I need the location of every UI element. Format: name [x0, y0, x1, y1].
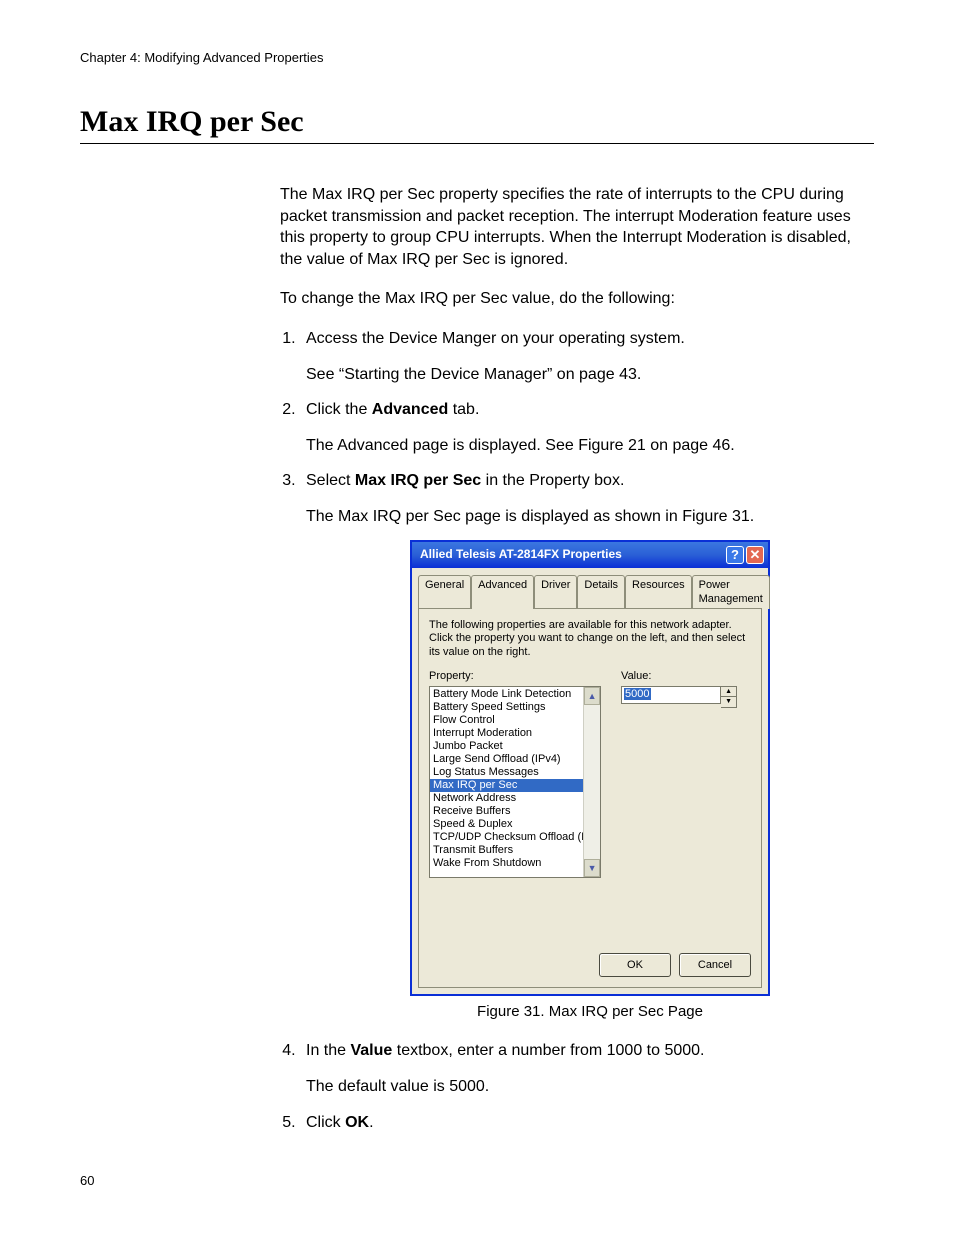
- scroll-down-icon[interactable]: ▼: [584, 859, 600, 877]
- step-2-pre: Click the: [306, 401, 372, 418]
- spin-down-icon[interactable]: ▼: [721, 697, 736, 706]
- step-5-pre: Click: [306, 1114, 345, 1131]
- step-4-sub: The default value is 5000.: [306, 1076, 874, 1098]
- dialog-titlebar[interactable]: Allied Telesis AT-2814FX Properties ? ✕: [412, 542, 768, 568]
- cancel-button[interactable]: Cancel: [679, 953, 751, 977]
- list-item[interactable]: Interrupt Moderation: [430, 727, 600, 740]
- close-icon[interactable]: ✕: [746, 546, 764, 564]
- ok-button[interactable]: OK: [599, 953, 671, 977]
- body-column: The Max IRQ per Sec property specifies t…: [280, 184, 874, 1133]
- step-3-bold: Max IRQ per Sec: [355, 472, 481, 489]
- properties-dialog: Allied Telesis AT-2814FX Properties ? ✕ …: [410, 540, 770, 997]
- list-item[interactable]: Battery Mode Link Detection: [430, 688, 600, 701]
- step-3: Select Max IRQ per Sec in the Property b…: [300, 470, 874, 1022]
- steps-list: Access the Device Manger on your operati…: [280, 328, 874, 1133]
- step-1-text: Access the Device Manger on your operati…: [306, 330, 685, 347]
- intro-paragraph: The Max IRQ per Sec property specifies t…: [280, 184, 874, 270]
- step-2-bold: Advanced: [372, 401, 448, 418]
- list-item[interactable]: Speed & Duplex: [430, 818, 600, 831]
- lead-sentence: To change the Max IRQ per Sec value, do …: [280, 288, 874, 310]
- list-item[interactable]: Transmit Buffers: [430, 844, 600, 857]
- list-item-selected[interactable]: Max IRQ per Sec: [430, 779, 600, 792]
- step-5: Click OK.: [300, 1112, 874, 1134]
- dialog-description: The following properties are available f…: [429, 619, 751, 659]
- list-item[interactable]: Jumbo Packet: [430, 740, 600, 753]
- list-item[interactable]: Battery Speed Settings: [430, 701, 600, 714]
- value-label: Value:: [621, 669, 751, 684]
- list-item[interactable]: Log Status Messages: [430, 766, 600, 779]
- step-2-post: tab.: [448, 401, 479, 418]
- tab-body: The following properties are available f…: [418, 608, 762, 988]
- step-3-pre: Select: [306, 472, 355, 489]
- step-4-bold: Value: [350, 1042, 392, 1059]
- tab-advanced[interactable]: Advanced: [471, 575, 534, 610]
- page-number: 60: [80, 1173, 874, 1188]
- step-3-sub: The Max IRQ per Sec page is displayed as…: [306, 506, 874, 528]
- list-item[interactable]: TCP/UDP Checksum Offload (IPv: [430, 831, 600, 844]
- step-5-post: .: [369, 1114, 373, 1131]
- tab-power-management[interactable]: Power Management: [692, 575, 770, 610]
- scroll-up-icon[interactable]: ▲: [584, 687, 600, 705]
- spin-up-icon[interactable]: ▲: [721, 687, 736, 697]
- value-text: 5000: [624, 688, 650, 700]
- figure-caption: Figure 31. Max IRQ per Sec Page: [306, 1002, 874, 1022]
- property-listbox[interactable]: Battery Mode Link Detection Battery Spee…: [429, 686, 601, 878]
- value-spinner[interactable]: ▲ ▼: [721, 686, 737, 708]
- list-item[interactable]: Wake From Shutdown: [430, 857, 600, 870]
- list-item[interactable]: Network Address: [430, 792, 600, 805]
- step-2: Click the Advanced tab. The Advanced pag…: [300, 399, 874, 456]
- tab-strip: General Advanced Driver Details Resource…: [412, 568, 768, 609]
- running-header: Chapter 4: Modifying Advanced Properties: [80, 50, 874, 65]
- step-1: Access the Device Manger on your operati…: [300, 328, 874, 385]
- value-input[interactable]: 5000: [621, 686, 721, 704]
- step-5-bold: OK: [345, 1114, 369, 1131]
- step-4-pre: In the: [306, 1042, 350, 1059]
- list-item[interactable]: Receive Buffers: [430, 805, 600, 818]
- dialog-title: Allied Telesis AT-2814FX Properties: [420, 546, 622, 562]
- step-2-sub: The Advanced page is displayed. See Figu…: [306, 435, 874, 457]
- help-icon[interactable]: ?: [726, 546, 744, 564]
- tab-details[interactable]: Details: [577, 575, 625, 610]
- list-item[interactable]: Flow Control: [430, 714, 600, 727]
- page-title: Max IRQ per Sec: [80, 105, 874, 144]
- list-item[interactable]: Large Send Offload (IPv4): [430, 753, 600, 766]
- step-4-post: textbox, enter a number from 1000 to 500…: [392, 1042, 704, 1059]
- figure-31: Allied Telesis AT-2814FX Properties ? ✕ …: [410, 540, 770, 997]
- scrollbar[interactable]: ▲ ▼: [583, 687, 600, 877]
- step-1-sub: See “Starting the Device Manager” on pag…: [306, 364, 874, 386]
- tab-driver[interactable]: Driver: [534, 575, 577, 610]
- property-label: Property:: [429, 669, 601, 684]
- tab-general[interactable]: General: [418, 575, 471, 610]
- tab-resources[interactable]: Resources: [625, 575, 692, 610]
- step-3-post: in the Property box.: [481, 472, 624, 489]
- step-4: In the Value textbox, enter a number fro…: [300, 1040, 874, 1097]
